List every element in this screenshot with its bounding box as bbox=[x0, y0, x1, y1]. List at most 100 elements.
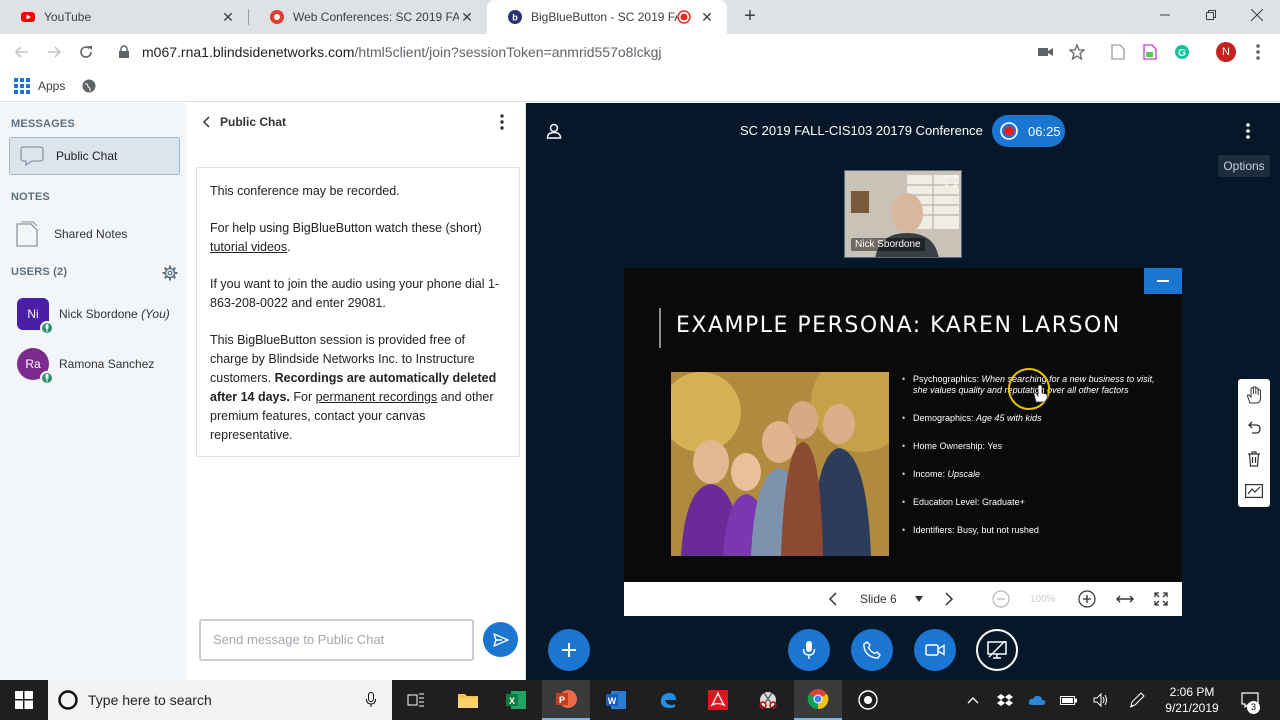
battery-tray-icon[interactable] bbox=[1058, 680, 1080, 720]
svg-text:P: P bbox=[559, 695, 565, 705]
svg-text:b: b bbox=[512, 13, 518, 23]
share-webcam-button[interactable] bbox=[914, 629, 956, 671]
zoom-in-button[interactable] bbox=[1078, 582, 1096, 616]
tab-youtube[interactable]: YouTube ✕ bbox=[0, 0, 248, 34]
profile-avatar[interactable]: N bbox=[1216, 42, 1236, 62]
help-text: For help using BigBlueButton watch these… bbox=[210, 221, 482, 235]
close-window-button[interactable] bbox=[1234, 0, 1280, 30]
arrow-left-icon bbox=[14, 46, 28, 58]
bullet-text: Age 45 with kids bbox=[976, 412, 1042, 423]
avatar-initials: Ra bbox=[25, 357, 41, 371]
extension-grammar-icon[interactable]: G bbox=[1172, 42, 1192, 62]
clock-date: 9/21/2019 bbox=[1165, 701, 1219, 715]
powerpoint-app[interactable]: P bbox=[542, 680, 590, 720]
zoom-out-button[interactable] bbox=[992, 582, 1010, 616]
browser-menu-button[interactable] bbox=[1248, 42, 1268, 62]
permanent-recordings-link[interactable]: permanent recordings bbox=[316, 390, 438, 404]
slide-select[interactable]: Slide 6 bbox=[860, 582, 923, 616]
user-settings-button[interactable] bbox=[162, 265, 178, 281]
minimize-presentation-button[interactable] bbox=[1144, 268, 1182, 294]
close-tab-icon[interactable]: ✕ bbox=[220, 9, 236, 26]
chrome-icon bbox=[807, 689, 829, 710]
forward-button[interactable] bbox=[42, 40, 66, 64]
chat-message-input[interactable]: Send message to Public Chat bbox=[199, 619, 474, 661]
mute-button[interactable] bbox=[788, 629, 830, 671]
more-vertical-icon bbox=[1256, 44, 1260, 60]
actions-button[interactable] bbox=[548, 629, 590, 671]
volume-tray-icon[interactable] bbox=[1090, 680, 1112, 720]
shared-notes-item[interactable]: Shared Notes bbox=[16, 219, 127, 249]
reload-button[interactable] bbox=[74, 40, 98, 64]
user-list-toggle-button[interactable] bbox=[546, 123, 564, 141]
pen-tray-icon[interactable] bbox=[1126, 680, 1148, 720]
undo-icon bbox=[1248, 421, 1261, 434]
lock-icon bbox=[119, 45, 129, 58]
welcome-phone-text: If you want to join the audio using your… bbox=[210, 277, 500, 310]
onedrive-tray-icon[interactable] bbox=[1026, 680, 1048, 720]
word-app[interactable]: W bbox=[592, 680, 640, 720]
chrome-app[interactable] bbox=[794, 680, 842, 720]
extension-note-icon[interactable] bbox=[1140, 42, 1160, 62]
options-button[interactable] bbox=[1246, 123, 1256, 141]
start-button[interactable] bbox=[0, 680, 48, 720]
file-explorer-app[interactable] bbox=[444, 680, 492, 720]
share-screen-button[interactable] bbox=[976, 629, 1018, 671]
excel-icon: X bbox=[506, 691, 526, 709]
extension-doc-icon[interactable] bbox=[1108, 42, 1128, 62]
fullscreen-icon[interactable] bbox=[945, 175, 957, 187]
document-icon bbox=[16, 221, 38, 247]
bookmark-globe[interactable] bbox=[82, 76, 96, 96]
screen-share-off-icon bbox=[987, 641, 1007, 659]
close-tab-icon[interactable]: ✕ bbox=[459, 9, 475, 26]
chat-options-button[interactable] bbox=[500, 114, 508, 130]
taskbar-search-input[interactable]: Type here to search bbox=[48, 680, 392, 720]
task-view-button[interactable] bbox=[392, 680, 440, 720]
undo-button[interactable] bbox=[1242, 415, 1266, 439]
presentation-slide: EXAMPLE PERSONA: KAREN LARSON Psychograp… bbox=[624, 268, 1182, 582]
options-tooltip: Options bbox=[1218, 155, 1270, 177]
star-icon[interactable] bbox=[1067, 42, 1087, 62]
fit-width-icon bbox=[1116, 595, 1134, 603]
action-center-button[interactable]: 3 bbox=[1236, 680, 1264, 720]
clear-annotations-button[interactable] bbox=[1242, 447, 1266, 471]
tab-web-conferences[interactable]: Web Conferences: SC 2019 FALL- ✕ bbox=[249, 0, 487, 34]
taskbar-clock[interactable]: 2:06 PM 9/21/2019 bbox=[1152, 684, 1232, 716]
recording-indicator[interactable]: 06:25 bbox=[992, 115, 1065, 147]
leave-audio-button[interactable] bbox=[851, 629, 893, 671]
edge-app[interactable] bbox=[644, 680, 692, 720]
next-slide-button[interactable] bbox=[944, 582, 954, 616]
more-vertical-icon bbox=[500, 114, 504, 130]
zoom-level: 100% bbox=[1030, 593, 1056, 605]
hide-chat-button[interactable] bbox=[202, 116, 216, 130]
webcam-video[interactable]: Nick Sbordone bbox=[844, 170, 962, 258]
dropbox-tray-icon[interactable] bbox=[994, 680, 1016, 720]
back-button[interactable] bbox=[10, 40, 34, 64]
fit-to-width-button[interactable] bbox=[1116, 582, 1134, 616]
speaker-icon bbox=[1093, 693, 1107, 707]
chevron-right-icon bbox=[945, 592, 954, 606]
snipping-tool-app[interactable] bbox=[744, 680, 792, 720]
fullscreen-button[interactable] bbox=[1154, 582, 1168, 616]
excel-app[interactable]: X bbox=[492, 680, 540, 720]
show-hidden-icons-button[interactable] bbox=[962, 680, 984, 720]
close-tab-icon[interactable]: ✕ bbox=[699, 9, 715, 26]
user-list-item[interactable]: Ra Ramona Sanchez bbox=[17, 348, 154, 385]
multi-user-whiteboard-button[interactable] bbox=[1242, 479, 1266, 503]
bookmark-apps[interactable]: Apps bbox=[14, 76, 65, 96]
tutorial-videos-link[interactable]: tutorial videos bbox=[210, 240, 287, 254]
restore-window-button[interactable] bbox=[1188, 0, 1234, 30]
previous-slide-button[interactable] bbox=[828, 582, 838, 616]
send-message-button[interactable] bbox=[483, 622, 518, 657]
notification-count-badge: 3 bbox=[1247, 701, 1260, 714]
camera-permission-icon[interactable] bbox=[1036, 42, 1056, 62]
new-tab-button[interactable]: + bbox=[738, 5, 762, 29]
avatar: Ra bbox=[17, 348, 54, 385]
obs-app[interactable] bbox=[844, 680, 892, 720]
hand-tool-button[interactable] bbox=[1242, 383, 1266, 407]
user-list-item[interactable]: Ni Nick Sbordone (You) bbox=[17, 298, 170, 335]
tab-bigbluebutton[interactable]: b BigBlueButton - SC 2019 FAL ✕ bbox=[487, 0, 727, 34]
public-chat-item[interactable]: Public Chat bbox=[9, 137, 180, 175]
acrobat-app[interactable] bbox=[694, 680, 742, 720]
minimize-window-button[interactable] bbox=[1142, 0, 1188, 30]
microphone-icon[interactable] bbox=[366, 692, 376, 708]
